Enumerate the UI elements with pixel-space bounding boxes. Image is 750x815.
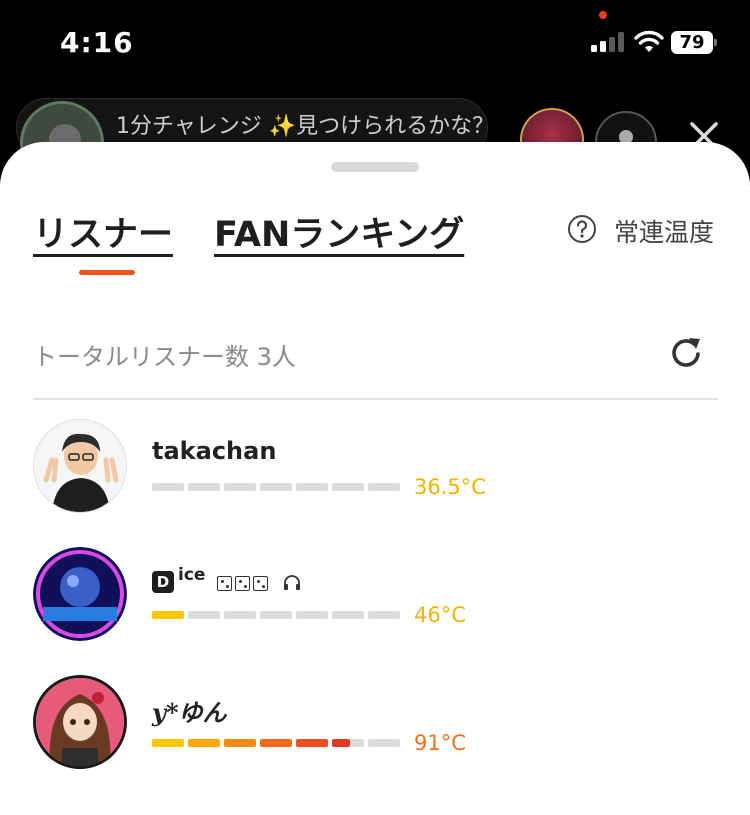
temperature-value: 91°C	[414, 731, 466, 755]
listener-avatar[interactable]	[33, 547, 127, 641]
listener-avatar[interactable]	[33, 419, 127, 513]
temperature-segment	[296, 739, 328, 747]
room-title: 1分チャレンジ ✨見つけられるかな？	[116, 114, 495, 139]
temperature-segment	[188, 483, 220, 491]
tab-listeners[interactable]: リスナー	[33, 206, 173, 257]
temperature-meter	[152, 739, 402, 747]
status-time: 4:16	[60, 26, 134, 59]
sheet-drag-handle[interactable]	[331, 162, 419, 172]
temperature-value: 36.5°C	[414, 475, 486, 499]
dice-icon	[252, 576, 268, 591]
temperature-segment	[368, 611, 400, 619]
recording-indicator-dot	[599, 11, 607, 19]
battery-icon: 79	[671, 31, 717, 54]
temperature-segment	[188, 611, 220, 619]
dice-icon	[216, 576, 232, 591]
temperature-segment	[260, 483, 292, 491]
regular-temperature-label[interactable]: 常連温度	[614, 213, 714, 249]
temperature-segment	[332, 483, 364, 491]
listener-row[interactable]: takachan 36.5°C	[0, 419, 750, 529]
listener-name-text: takachan	[152, 437, 277, 465]
temperature-segment	[332, 739, 350, 747]
battery-level: 79	[671, 31, 713, 54]
active-tab-indicator	[79, 270, 135, 275]
temperature-meter	[152, 611, 402, 619]
listener-name: Dice	[152, 565, 302, 595]
temperature-segment	[332, 611, 364, 619]
temperature-meter	[152, 483, 402, 491]
listener-avatar[interactable]	[33, 675, 127, 769]
name-superscript: ice	[178, 565, 206, 585]
temperature-segment	[224, 611, 256, 619]
dice-icon	[234, 576, 250, 591]
help-icon[interactable]	[567, 214, 597, 244]
wifi-icon	[634, 30, 664, 52]
listener-name-text: y*ゆん	[152, 698, 227, 727]
temperature-segment	[224, 739, 256, 747]
temperature-segment	[224, 483, 256, 491]
listener-row[interactable]: y*ゆん 91°C	[0, 675, 750, 785]
temperature-segment	[152, 483, 184, 491]
temperature-segment	[368, 483, 400, 491]
name-prefix-badge: D	[152, 571, 174, 593]
headphone-icon	[284, 575, 301, 590]
temperature-segment	[296, 611, 328, 619]
cellular-signal-icon	[591, 32, 625, 52]
refresh-icon[interactable]	[667, 334, 705, 372]
listener-row[interactable]: Dice 46°C	[0, 547, 750, 657]
divider	[33, 398, 718, 400]
temperature-segment	[260, 611, 292, 619]
listener-name: y*ゆん	[152, 693, 227, 728]
temperature-segment	[350, 739, 364, 747]
temperature-segment	[152, 611, 184, 619]
temperature-segment	[152, 739, 184, 747]
temperature-value: 46°C	[414, 603, 466, 627]
temperature-segment	[188, 739, 220, 747]
total-listeners-count: トータルリスナー数 3人	[33, 343, 296, 371]
temperature-segment	[296, 483, 328, 491]
listener-name: takachan	[152, 437, 276, 465]
temperature-segment	[260, 739, 292, 747]
temperature-segment	[368, 739, 400, 747]
tab-fan-ranking[interactable]: FANランキング	[214, 206, 464, 257]
